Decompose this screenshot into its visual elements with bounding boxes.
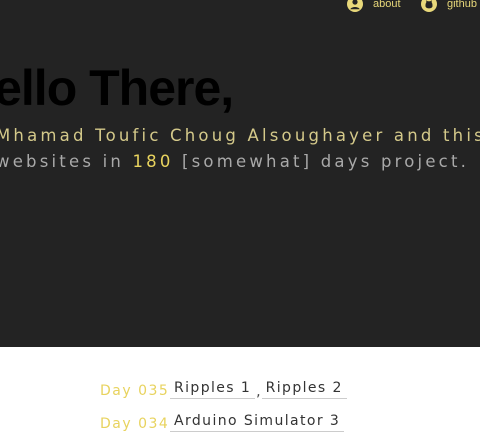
day-entry: Day 034 Arduino Simulator 3 — [100, 413, 345, 432]
day-label: Day 035 — [100, 383, 170, 399]
github-label: github — [447, 0, 477, 10]
day-label: Day 034 — [100, 416, 170, 432]
about-label: about — [373, 0, 401, 10]
intro-line-1: Mhamad Toufic Choug Alsoughayer and this… — [0, 126, 480, 145]
days-count: 180 — [132, 152, 174, 171]
user-circle-icon — [347, 0, 363, 12]
hero-title: Hello There, — [0, 60, 234, 116]
github-icon — [421, 0, 437, 12]
about-link[interactable]: about — [347, 0, 401, 13]
project-link-ripples-2[interactable]: Ripples 2 — [261, 380, 347, 399]
project-link-ripples-1[interactable]: Ripples 1 — [170, 380, 256, 399]
github-link[interactable]: github — [421, 0, 477, 13]
intro-line-2-suffix: [somewhat] days project. — [173, 152, 470, 171]
intro-line-2: websites in 180 [somewhat] days project. — [0, 152, 469, 172]
project-link-arduino-simulator-3[interactable]: Arduino Simulator 3 — [170, 413, 345, 432]
day-entry: Day 035 Ripples 1 , Ripples 2 — [100, 380, 347, 400]
hero-section: about github Hello There, Mhamad Toufic … — [0, 0, 480, 347]
intro-line-2-prefix: websites in — [0, 152, 133, 171]
